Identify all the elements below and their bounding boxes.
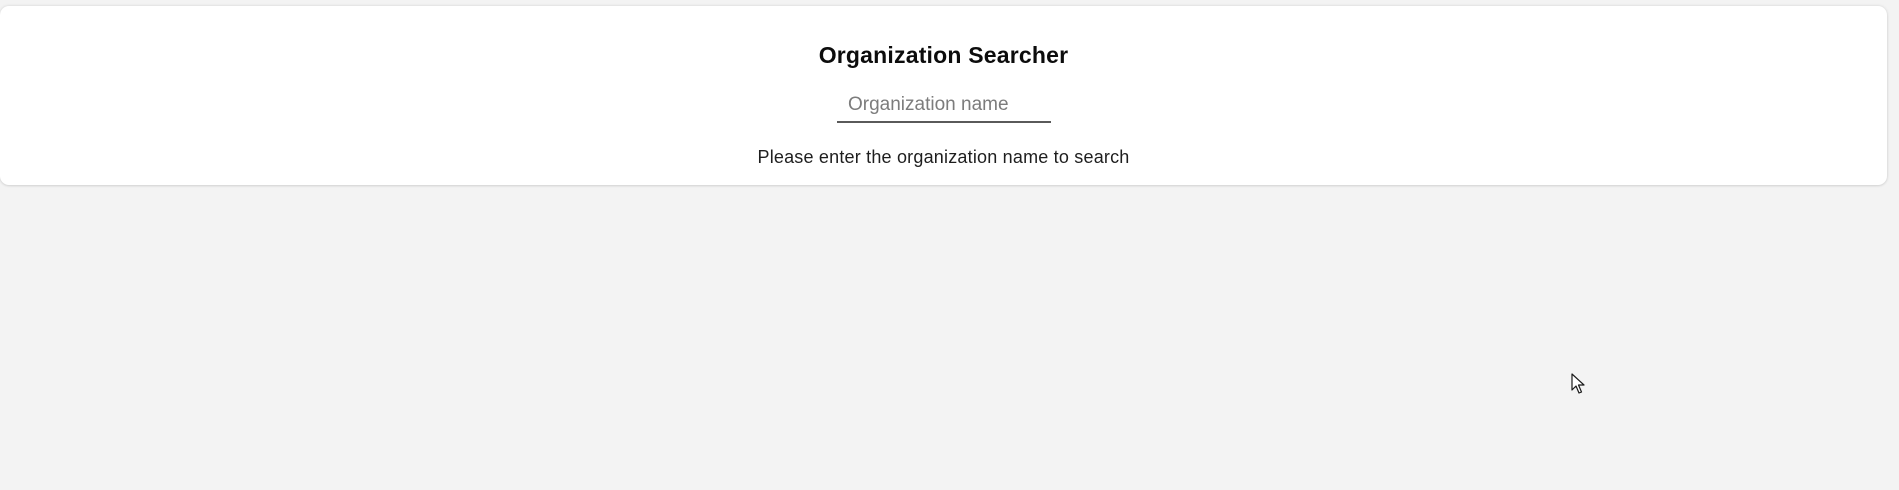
page-title: Organization Searcher (818, 42, 1069, 68)
search-field[interactable] (837, 91, 1051, 123)
organization-name-input[interactable] (837, 91, 1051, 121)
search-card: Organization Searcher Please enter the o… (0, 6, 1887, 185)
mouse-pointer-icon (1571, 373, 1585, 394)
status-message: Please enter the organization name to se… (757, 147, 1130, 167)
page: Organization Searcher Please enter the o… (0, 0, 1899, 490)
